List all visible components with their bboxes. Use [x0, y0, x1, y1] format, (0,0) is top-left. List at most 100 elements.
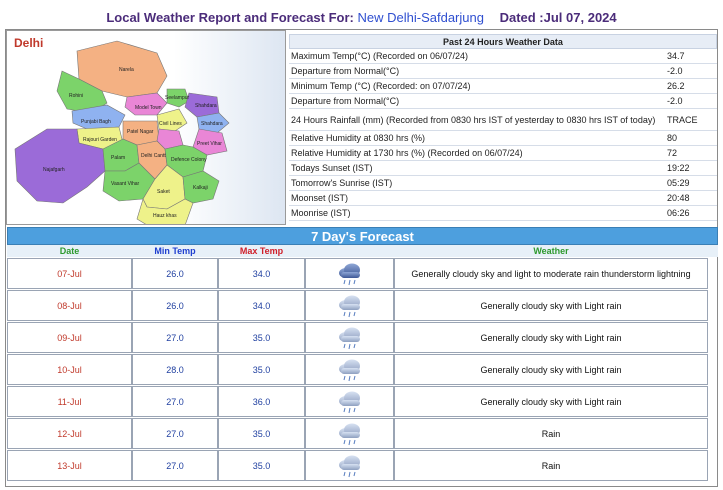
district-label: Preet Vihar [197, 141, 222, 147]
past-24h-row: Todays Sunset (IST) 19:22 [289, 161, 717, 176]
title-prefix: Local Weather Report and Forecast For: [106, 10, 354, 25]
forecast-date: 09-Jul [7, 322, 132, 353]
past-24h-label: Tomorrow's Sunrise (IST) [291, 178, 393, 188]
forecast-min-temp: 27.0 [132, 322, 218, 353]
past-24h-row: Minimum Temp (°C) (Recorded: on 07/07/24… [289, 79, 717, 94]
past-24h-value: 19:22 [667, 163, 690, 173]
past-24h-label: Moonset (IST) [291, 193, 349, 203]
forecast-date: 11-Jul [7, 386, 132, 417]
forecast-title: 7 Day's Forecast [7, 227, 718, 245]
forecast-date: 10-Jul [7, 354, 132, 385]
district-label: Civil Lines [159, 121, 182, 127]
header-max-temp: Max Temp [239, 246, 284, 256]
light-rain-icon [338, 391, 360, 413]
district-label: Seelampur [165, 95, 190, 101]
forecast-weather: Generally cloudy sky with Light rain [394, 322, 708, 353]
forecast-max-temp: 35.0 [218, 354, 305, 385]
forecast-row: 10-Jul 28.0 35.0 Generally cloudy sky with … [7, 354, 718, 385]
district-label: Rohini [69, 93, 83, 99]
map-svg: Narela Rohini Model Town Seelampur Shahd… [14, 40, 230, 224]
district-civil-lines [156, 108, 188, 132]
forecast-max-temp: 35.0 [218, 418, 305, 449]
past-24h-value: -2.0 [667, 66, 683, 76]
past-24h-row: Moonset (IST) 20:48 [289, 191, 717, 206]
forecast-weather: Generally cloudy sky with Light rain [394, 386, 708, 417]
past-24h-row: 24 Hours Rainfall (mm) (Recorded from 08… [289, 109, 717, 131]
past-24h-row: Relative Humidity at 1730 hrs (%) (Recor… [289, 146, 717, 161]
forecast-weather: Generally cloudy sky with Light rain [394, 354, 708, 385]
forecast-min-temp: 27.0 [132, 386, 218, 417]
header-weather: Weather [533, 246, 569, 256]
forecast-row: 11-Jul 27.0 36.0 Generally cloudy sky with … [7, 386, 718, 417]
forecast-date: 07-Jul [7, 258, 132, 289]
past-24h-row: Relative Humidity at 0830 hrs (%) 80 [289, 131, 717, 146]
forecast-icon-cell [305, 290, 394, 321]
past-24h-label: Departure from Normal(°C) [291, 96, 400, 106]
forecast-max-temp: 36.0 [218, 386, 305, 417]
past-24h-value: 80 [667, 133, 678, 143]
light-rain-icon [338, 359, 360, 381]
forecast-row: 09-Jul 27.0 35.0 Generally cloudy sky with … [7, 322, 718, 353]
header-min-temp: Min Temp [154, 246, 196, 256]
district-label: Saket [157, 189, 170, 195]
past-24h-value: 26.2 [667, 81, 685, 91]
forecast-table: 7 Day's Forecast Date Min Temp Max Temp … [7, 227, 718, 481]
forecast-row: 08-Jul 26.0 34.0 Generally cloudy sky with … [7, 290, 718, 321]
district-label: Patel Nagar [127, 129, 154, 135]
past-24h-label: Maximum Temp(°C) (Recorded on 06/07/24) [291, 51, 469, 61]
past-24h-value: 34.7 [667, 51, 685, 61]
past-24h-value: 06:26 [667, 208, 690, 218]
past-24h-label: Departure from Normal(°C) [291, 66, 400, 76]
past-24h-row: Departure from Normal(°C) -2.0 [289, 64, 717, 79]
forecast-weather: Generally cloudy sky and light to modera… [394, 258, 708, 289]
district-model-town [124, 92, 168, 116]
header-date: Date [59, 246, 80, 256]
past-24h-heading: Past 24 Hours Weather Data [289, 34, 717, 49]
forecast-weather: Rain [394, 418, 708, 449]
forecast-row: 07-Jul 26.0 34.0 Generally cloudy sky and l… [7, 258, 718, 289]
past-24h-label: Moonrise (IST) [291, 208, 351, 218]
delhi-district-map: Narela Rohini Model Town Seelampur Shahd… [6, 30, 286, 225]
forecast-weather: Rain [394, 450, 708, 481]
forecast-header-row: Date Min Temp Max Temp Weather [7, 245, 718, 257]
district-label: Palam [111, 155, 125, 161]
location-name: New Delhi-Safdarjung [357, 10, 484, 25]
light-rain-icon [338, 295, 360, 317]
past-24h-value: 72 [667, 148, 678, 158]
district-label: Kalkaji [193, 185, 208, 191]
district-label: Punjabi Bagh [81, 119, 111, 125]
report-title: Local Weather Report and Forecast For: N… [0, 10, 723, 25]
forecast-max-temp: 34.0 [218, 258, 305, 289]
forecast-date: 12-Jul [7, 418, 132, 449]
past-24h-label: Relative Humidity at 1730 hrs (%) (Recor… [291, 148, 523, 158]
past-24h-value: 05:29 [667, 178, 690, 188]
district-label: Delhi Cantt [141, 153, 166, 159]
past-24h-value: TRACE [667, 114, 698, 125]
past-24h-row: Maximum Temp(°C) (Recorded on 06/07/24) … [289, 49, 717, 64]
district-label: Vasant Vihar [111, 181, 140, 187]
forecast-max-temp: 35.0 [218, 322, 305, 353]
forecast-min-temp: 28.0 [132, 354, 218, 385]
district-label: Shahdara [201, 121, 223, 127]
forecast-icon-cell [305, 450, 394, 481]
forecast-min-temp: 27.0 [132, 418, 218, 449]
forecast-icon-cell [305, 322, 394, 353]
past-24h-label: Todays Sunset (IST) [291, 163, 373, 173]
district-label: Shahdara [195, 103, 217, 109]
forecast-rows: 07-Jul 26.0 34.0 Generally cloudy sky and l… [7, 258, 718, 481]
forecast-weather: Generally cloudy sky with Light rain [394, 290, 708, 321]
thunderstorm-rain-icon [338, 263, 360, 285]
district-label: Narela [119, 67, 134, 73]
forecast-min-temp: 26.0 [132, 258, 218, 289]
forecast-icon-cell [305, 258, 394, 289]
past-24h-row: Tomorrow's Sunrise (IST) 05:29 [289, 176, 717, 191]
report-date: Dated :Jul 07, 2024 [499, 10, 617, 25]
forecast-min-temp: 26.0 [132, 290, 218, 321]
past-24h-label: 24 Hours Rainfall (mm) (Recorded from 08… [291, 114, 656, 125]
forecast-row: 13-Jul 27.0 35.0 Rain [7, 450, 718, 481]
past-24h-value: -2.0 [667, 96, 683, 106]
forecast-icon-cell [305, 354, 394, 385]
light-rain-icon [338, 455, 360, 477]
past-24h-row: Moonrise (IST) 06:26 [289, 206, 717, 221]
forecast-icon-cell [305, 418, 394, 449]
